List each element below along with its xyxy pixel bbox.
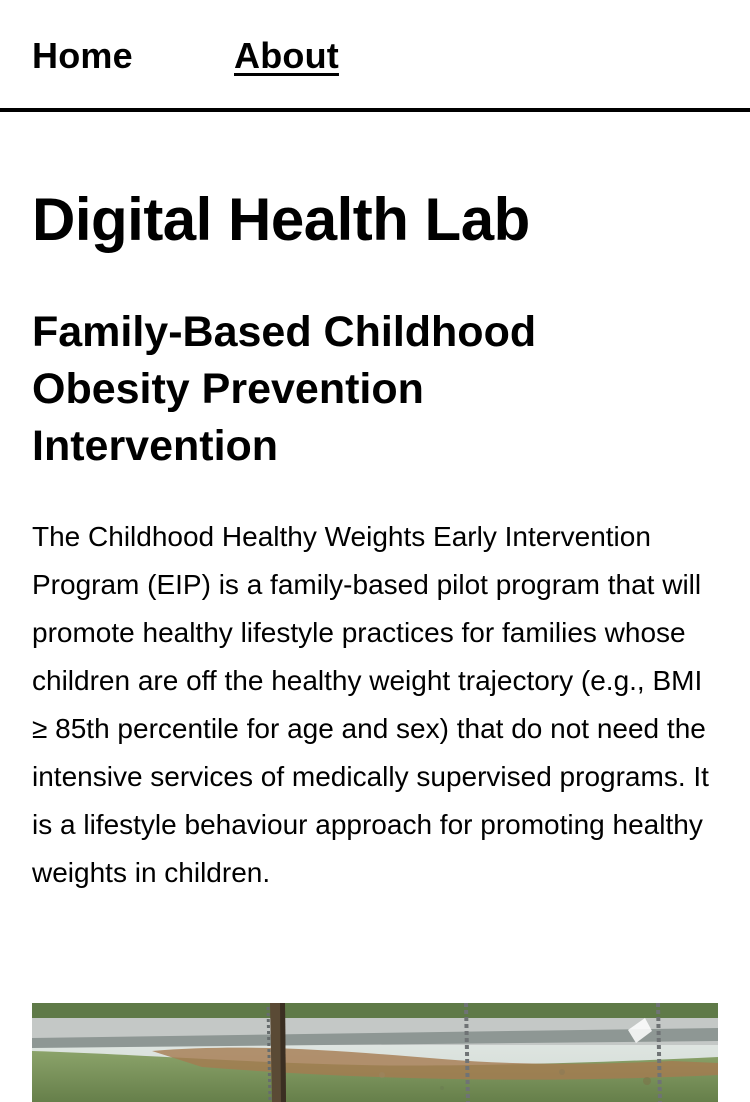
page: Home About Digital Health Lab Family-Bas…	[0, 0, 750, 1102]
project-description: The Childhood Healthy Weights Early Inte…	[32, 521, 709, 888]
playground-swings-photo	[32, 1003, 718, 1102]
nav-home-link[interactable]: Home	[32, 36, 133, 76]
top-navigation: Home About	[0, 0, 750, 112]
photo-drawing	[32, 1003, 718, 1102]
main-content: Digital Health Lab Family-Based Childhoo…	[0, 188, 750, 897]
site-title: Digital Health Lab	[32, 186, 530, 253]
nav-about-link[interactable]: About	[234, 36, 339, 76]
project-title: Family-Based Childhood Obesity Preventio…	[32, 308, 537, 470]
